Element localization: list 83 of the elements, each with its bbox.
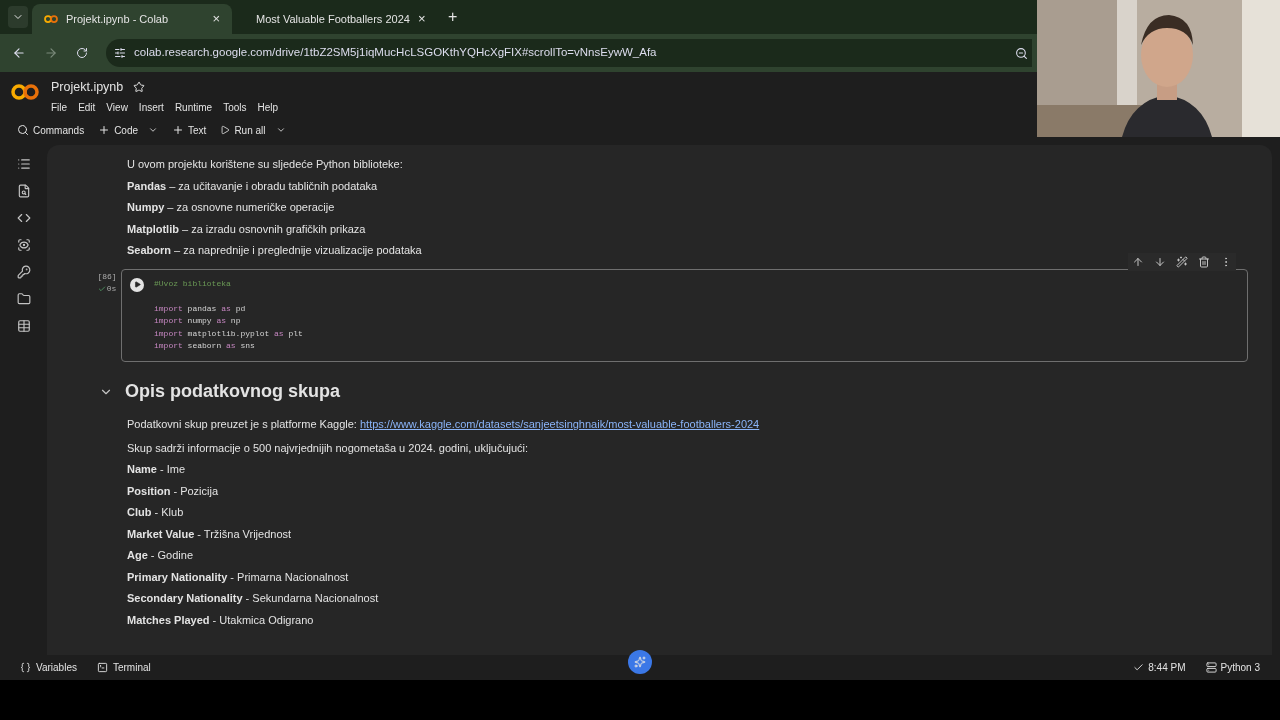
play-icon	[220, 125, 231, 136]
save-time: 8:44 PM	[1133, 660, 1186, 675]
markdown-text: Seaborn – za naprednije i preglednije vizualizacije podataka	[127, 243, 423, 258]
run-cell-button[interactable]	[130, 277, 144, 292]
url-text: colab.research.google.com/drive/1tbZ2SM5j1iqMucHcLSGOKthYQHcXgFIX#scrollTo=vNnsEywW_Afa	[134, 45, 658, 61]
markdown-text: Market Value - Tržišna Vrijednost	[127, 526, 293, 542]
code-line: import seaborn as sns	[154, 340, 256, 353]
section-heading: Opis podatkovnog skupa	[125, 380, 341, 404]
menu-item[interactable]: Insert	[138, 99, 164, 115]
table-of-contents-icon[interactable]	[16, 157, 31, 171]
new-tab-button[interactable]: +	[440, 5, 466, 29]
table-icon[interactable]	[16, 319, 31, 333]
markdown-text: Name - Ime	[127, 462, 187, 478]
toolbar-button[interactable]: Code	[98, 122, 159, 138]
server-icon	[1205, 662, 1217, 673]
menu-item[interactable]: Runtime	[174, 99, 213, 115]
gemini-button[interactable]	[628, 650, 652, 674]
code-cell[interactable]: #Uvoz biblioteka import pandas as pd import numpy as np import matplotlib.pyplot as plt import seaborn as sns	[121, 268, 1248, 363]
markdown-text: U ovom projektu korištene su sljedeće Python biblioteke:	[127, 157, 404, 172]
markdown-text: Position - Pozicija	[127, 483, 220, 499]
magic-wand-icon	[1176, 255, 1188, 268]
markdown-text: Skup sadrži informacije o 500 najvrjednijih nogometaša u 2024. godini, uključujući:	[127, 440, 530, 456]
toolbar-button[interactable]: Commands	[17, 122, 85, 138]
back-icon	[12, 46, 26, 60]
code-line: import matplotlib.pyplot as plt	[154, 327, 303, 340]
execution-count: [86]	[97, 270, 117, 283]
eye-icon[interactable]	[16, 238, 31, 252]
folder-icon[interactable]	[16, 292, 31, 306]
menu-item[interactable]: Tools	[223, 99, 247, 115]
runtime-button[interactable]: Python 3	[1205, 660, 1260, 675]
code-snippets-icon[interactable]	[16, 211, 31, 225]
tab-list-button[interactable]	[8, 6, 28, 28]
move-up-icon	[1132, 255, 1144, 268]
terminal-button[interactable]: Terminal	[96, 660, 151, 675]
zoom-out-icon	[1015, 46, 1028, 60]
plus-icon	[98, 124, 111, 137]
plus-icon	[172, 124, 185, 137]
sparkle-icon	[634, 656, 646, 668]
close-tab-button[interactable]: ×	[417, 9, 426, 29]
tab-title: Most Valuable Footballers 2024	[256, 11, 410, 27]
check-icon	[1133, 662, 1145, 673]
reload-icon	[76, 47, 88, 59]
markdown-text: Club - Klub	[127, 505, 185, 521]
dataset-link[interactable]: https://www.kaggle.com/datasets/sanjeetsinghnaik/most-valuable-footballers-2024	[359, 418, 760, 431]
menu-item[interactable]: Edit	[78, 99, 96, 115]
markdown-text: Matches Played - Utakmica Odigrano	[127, 612, 315, 628]
move-down-icon	[1154, 255, 1166, 268]
menu-item[interactable]: File	[51, 99, 68, 115]
terminal-icon	[96, 662, 108, 673]
play-icon	[133, 281, 141, 288]
markdown-text: Secondary Nationality - Sekundarna Nacionalnost	[127, 591, 380, 607]
code-line: import numpy as np	[154, 315, 242, 328]
browser-tab[interactable]: Projekt.ipynb - Colab ×	[32, 4, 232, 34]
code-line: import pandas as pd	[154, 302, 247, 315]
key-icon[interactable]	[16, 265, 31, 279]
markdown-text: Primary Nationality - Primarna Nacionalnost	[127, 569, 350, 585]
star-icon	[133, 81, 146, 94]
toolbar-button[interactable]: Text	[172, 122, 207, 138]
markdown-text: Pandas – za učitavanje i obradu tabličnih podataka	[127, 178, 379, 194]
markdown-text: Numpy – za osnovne numeričke operacije	[127, 200, 336, 215]
find-icon[interactable]	[16, 184, 31, 198]
browser-tab[interactable]: Most Valuable Footballers 2024 ×	[236, 4, 436, 34]
close-tab-button[interactable]: ×	[212, 9, 220, 29]
markdown-text: Age - Godine	[127, 548, 195, 564]
braces-icon	[20, 662, 31, 673]
search-icon	[17, 124, 29, 137]
site-settings-icon	[114, 47, 126, 59]
check-icon	[97, 284, 106, 293]
variables-button[interactable]: Variables	[20, 660, 77, 675]
code-line: #Uvoz biblioteka	[154, 277, 232, 290]
markdown-text: Podatkovni skup preuzet je s platforme Kaggle: https://www.kaggle.com/datasets/sanjeetsinghnaik/most-valuable-footballers-2024	[127, 417, 761, 433]
colab-logo-icon	[11, 84, 39, 100]
run-status: 0s	[97, 282, 117, 295]
address-bar[interactable]: colab.research.google.com/drive/1tbZ2SM5j1iqMucHcLSGOKthYQHcXgFIX#scrollTo=vNnsEywW_Afa	[106, 39, 1032, 67]
delete-icon	[1198, 255, 1210, 268]
tab-title: Projekt.ipynb - Colab	[66, 11, 170, 27]
toolbar-button[interactable]: Run all	[220, 122, 286, 138]
menu-item[interactable]: View	[106, 99, 128, 115]
colab-logo-icon	[44, 15, 58, 23]
forward-icon	[44, 46, 58, 60]
markdown-text: Matplotlib – za izradu osnovnih grafičkih prikaza	[127, 221, 367, 237]
menu-item[interactable]: Help	[257, 99, 279, 115]
notebook-title[interactable]: Projekt.ipynb	[51, 78, 124, 97]
